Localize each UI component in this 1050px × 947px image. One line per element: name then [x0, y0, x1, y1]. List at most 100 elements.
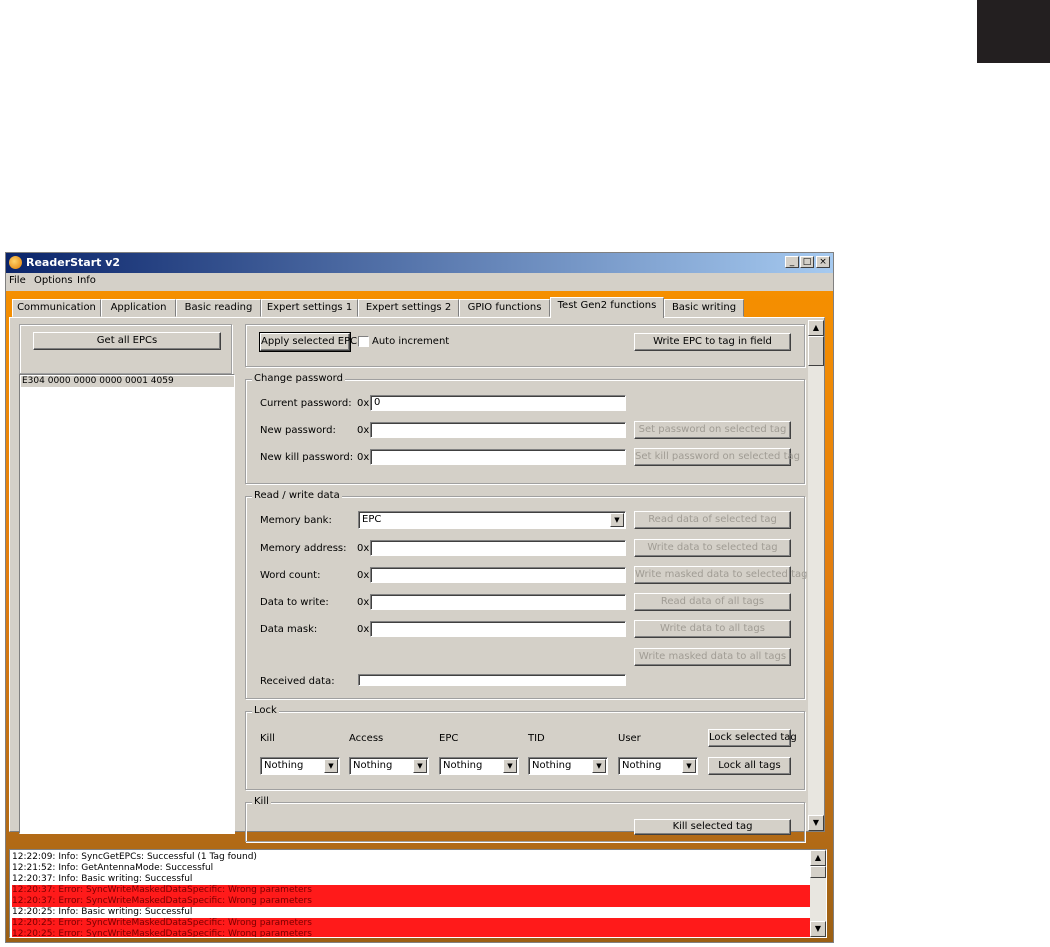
data-mask-input[interactable] — [370, 621, 626, 637]
hex-prefix: 0x — [357, 597, 370, 608]
tab-panel: Get all EPCs E304 0000 0000 0000 0001 40… — [9, 317, 825, 842]
word-count-label: Word count: — [260, 570, 321, 581]
dropdown-arrow-icon[interactable]: ▼ — [592, 759, 606, 773]
dropdown-arrow-icon[interactable]: ▼ — [682, 759, 696, 773]
lock-kill-label: Kill — [260, 733, 275, 744]
menu-bar: File Options Info — [6, 273, 833, 291]
write-masked-selected-button[interactable]: Write masked data to selected tag — [634, 566, 807, 584]
hex-prefix: 0x — [357, 425, 370, 436]
title-bar: ReaderStart v2 _ □ × — [6, 253, 833, 273]
scroll-down-arrow-icon[interactable]: ▼ — [808, 815, 824, 831]
scroll-down-arrow-icon[interactable]: ▼ — [810, 921, 826, 937]
new-kill-password-input[interactable] — [370, 449, 626, 465]
black-corner-block — [977, 0, 1050, 63]
lock-tid-value: Nothing — [532, 760, 572, 771]
received-data-field — [358, 674, 626, 686]
hex-prefix: 0x — [357, 543, 370, 554]
write-epc-button[interactable]: Write EPC to tag in field — [634, 333, 791, 351]
data-to-write-label: Data to write: — [260, 597, 329, 608]
data-to-write-input[interactable] — [370, 594, 626, 610]
read-write-title: Read / write data — [252, 490, 342, 501]
dropdown-arrow-icon[interactable]: ▼ — [324, 759, 338, 773]
lock-epc-select[interactable]: Nothing ▼ — [439, 757, 519, 775]
auto-increment-label: Auto increment — [372, 336, 450, 347]
minimize-button[interactable]: _ — [785, 256, 799, 268]
close-button[interactable]: × — [816, 256, 830, 268]
log-row-error: 12:20:25: Error: SyncWriteMaskedDataSpec… — [12, 918, 810, 929]
app-window: ReaderStart v2 _ □ × File Options Info C… — [5, 252, 834, 943]
read-selected-tag-button[interactable]: Read data of selected tag — [634, 511, 791, 529]
memory-bank-label: Memory bank: — [260, 515, 332, 526]
menu-info[interactable]: Info — [77, 275, 96, 286]
lock-title: Lock — [252, 705, 279, 716]
app-logo-icon — [9, 256, 22, 269]
tab-expert-settings-1[interactable]: Expert settings 1 — [261, 299, 358, 317]
tab-test-gen2-functions[interactable]: Test Gen2 functions — [550, 297, 664, 318]
tab-gpio-functions[interactable]: GPIO functions — [459, 299, 550, 317]
scroll-thumb[interactable] — [808, 336, 824, 366]
tab-communication[interactable]: Communication — [12, 299, 101, 317]
tab-basic-writing[interactable]: Basic writing — [664, 299, 744, 317]
lock-user-value: Nothing — [622, 760, 662, 771]
current-password-input[interactable]: 0 — [370, 395, 626, 411]
write-masked-all-button[interactable]: Write masked data to all tags — [634, 648, 791, 666]
set-password-button[interactable]: Set password on selected tag — [634, 421, 791, 439]
epc-list[interactable]: E304 0000 0000 0000 0001 4059 — [19, 374, 235, 834]
write-selected-tag-button[interactable]: Write data to selected tag — [634, 539, 791, 557]
lock-access-label: Access — [349, 733, 384, 744]
set-kill-password-button[interactable]: Set kill password on selected tag — [634, 448, 800, 466]
lock-selected-tag-button[interactable]: Lock selected tag — [708, 729, 797, 747]
scroll-thumb[interactable] — [810, 866, 826, 878]
lock-all-tags-button[interactable]: Lock all tags — [708, 757, 791, 775]
log-row: 12:21:52: Info: GetAntennaMode: Successf… — [12, 863, 214, 873]
hex-prefix: 0x — [357, 624, 370, 635]
list-item[interactable]: E304 0000 0000 0000 0001 4059 — [21, 376, 234, 387]
memory-bank-select[interactable]: EPC ▼ — [358, 511, 626, 529]
memory-address-input[interactable] — [370, 540, 626, 556]
menu-options[interactable]: Options — [34, 275, 73, 286]
apply-selected-epc-button[interactable]: Apply selected EPC — [259, 332, 357, 352]
log-row: 12:20:37: Info: Basic writing: Successfu… — [12, 874, 193, 884]
log-row: 12:20:25: Info: Basic writing: Successfu… — [12, 907, 193, 917]
hex-prefix: 0x — [357, 570, 370, 581]
log-row-error: 12:20:37: Error: SyncWriteMaskedDataSpec… — [12, 896, 810, 907]
lock-group — [245, 711, 805, 790]
lock-tid-select[interactable]: Nothing ▼ — [528, 757, 608, 775]
current-password-label: Current password: — [260, 398, 352, 409]
tab-expert-settings-2[interactable]: Expert settings 2 — [358, 299, 459, 317]
panel-scrollbar[interactable]: ▲ ▼ — [808, 320, 824, 831]
lock-user-label: User — [618, 733, 641, 744]
scroll-up-arrow-icon[interactable]: ▲ — [810, 850, 826, 866]
write-all-tags-button[interactable]: Write data to all tags — [634, 620, 791, 638]
dropdown-arrow-icon[interactable]: ▼ — [610, 513, 624, 527]
change-password-title: Change password — [252, 373, 345, 384]
lock-access-select[interactable]: Nothing ▼ — [349, 757, 429, 775]
lock-epc-label: EPC — [439, 733, 459, 744]
kill-selected-tag-button[interactable]: Kill selected tag — [634, 819, 791, 835]
read-all-tags-button[interactable]: Read data of all tags — [634, 593, 791, 611]
tab-application[interactable]: Application — [101, 299, 176, 317]
scroll-up-arrow-icon[interactable]: ▲ — [808, 320, 824, 336]
new-password-input[interactable] — [370, 422, 626, 438]
log-panel: 12:22:09: Info: SyncGetEPCs: Successful … — [9, 849, 827, 938]
log-scrollbar[interactable]: ▲ ▼ — [810, 850, 826, 937]
get-all-epcs-button[interactable]: Get all EPCs — [33, 332, 221, 350]
maximize-button[interactable]: □ — [800, 256, 814, 268]
log-row-error: 12:20:37: Error: SyncWriteMaskedDataSpec… — [12, 885, 810, 896]
memory-address-label: Memory address: — [260, 543, 347, 554]
dropdown-arrow-icon[interactable]: ▼ — [413, 759, 427, 773]
kill-title: Kill — [252, 796, 271, 807]
tab-basic-reading[interactable]: Basic reading — [176, 299, 261, 317]
new-kill-password-label: New kill password: — [260, 452, 354, 463]
log-row-error: 12:20:25: Error: SyncWriteMaskedDataSpec… — [12, 929, 810, 937]
new-password-label: New password: — [260, 425, 336, 436]
lock-user-select[interactable]: Nothing ▼ — [618, 757, 698, 775]
menu-file[interactable]: File — [9, 275, 26, 286]
hex-prefix: 0x — [357, 398, 370, 409]
dropdown-arrow-icon[interactable]: ▼ — [503, 759, 517, 773]
word-count-input[interactable] — [370, 567, 626, 583]
lock-kill-select[interactable]: Nothing ▼ — [260, 757, 340, 775]
lock-tid-label: TID — [528, 733, 545, 744]
auto-increment-checkbox[interactable] — [358, 336, 369, 347]
log-row: 12:22:09: Info: SyncGetEPCs: Successful … — [12, 852, 257, 862]
